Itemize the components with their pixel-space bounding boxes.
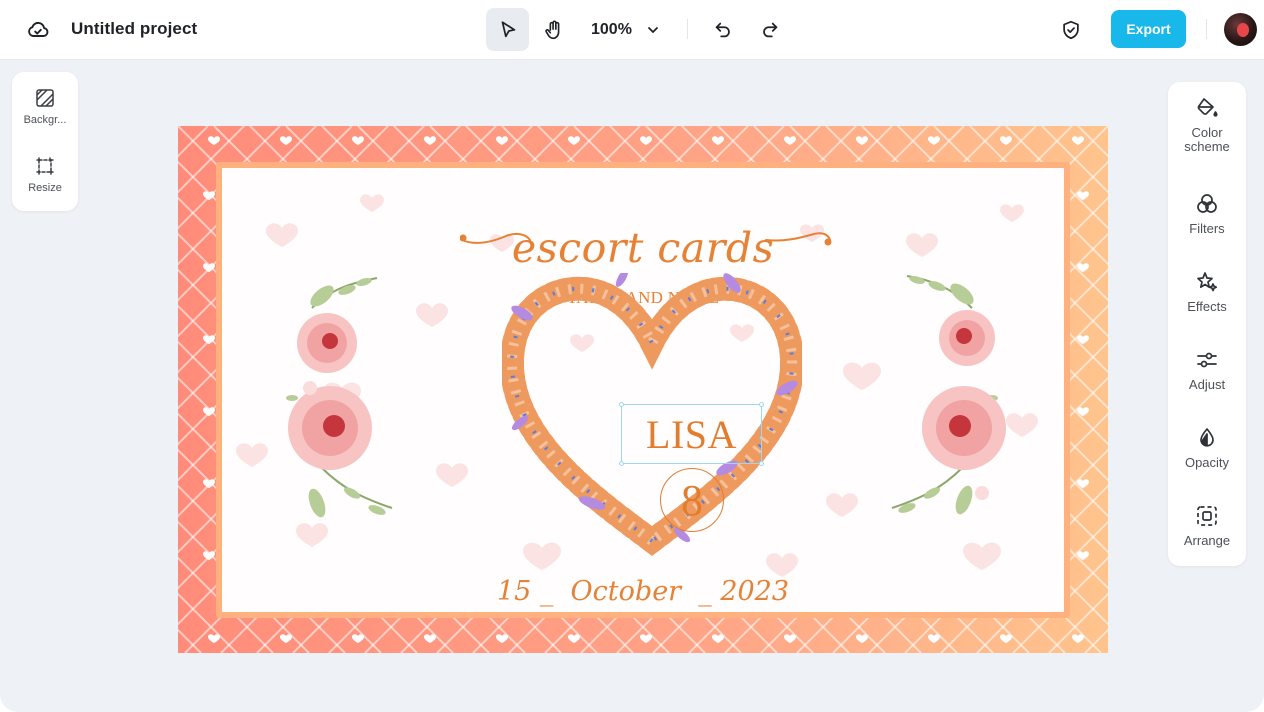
- guest-name-textbox[interactable]: LISA: [619, 402, 764, 466]
- color-scheme-label: Color scheme: [1184, 125, 1230, 154]
- export-button[interactable]: Export: [1111, 10, 1186, 48]
- divider: [1206, 19, 1207, 39]
- left-tool-panel: Backgr... Resize: [12, 72, 78, 211]
- escort-card[interactable]: escort cards TABLE AND NAME LISA 8 15 _ …: [222, 168, 1064, 612]
- resize-button[interactable]: Resize: [12, 154, 78, 210]
- arrange-button[interactable]: Arrange: [1168, 502, 1246, 572]
- event-date[interactable]: 15 _ October _ 2023: [222, 576, 1064, 607]
- redo-button[interactable]: [750, 8, 790, 51]
- left-roses-illustration: [286, 277, 393, 518]
- undo-icon: [715, 22, 730, 37]
- right-roses-illustration: [891, 275, 1006, 515]
- guest-name[interactable]: LISA: [646, 411, 737, 458]
- undo-button[interactable]: [703, 8, 743, 51]
- right-tool-panel: Color scheme Filters Effects Adjust Opac…: [1168, 82, 1246, 566]
- background-label: Backgr...: [23, 114, 67, 126]
- chevron-down-icon: [646, 23, 660, 37]
- color-scheme-button[interactable]: Color scheme: [1168, 94, 1246, 164]
- paint-bucket-icon: [1195, 94, 1219, 122]
- filters-button[interactable]: Filters: [1168, 190, 1246, 260]
- shield-check-icon[interactable]: [1055, 14, 1087, 46]
- card-title[interactable]: escort cards: [222, 224, 1064, 272]
- resize-handle[interactable]: [619, 402, 624, 407]
- effects-button[interactable]: Effects: [1168, 268, 1246, 338]
- arrange-label: Arrange: [1183, 533, 1231, 548]
- editor-app: Untitled project 100% Export Backgr... R…: [0, 0, 1264, 712]
- filters-label: Filters: [1189, 221, 1225, 236]
- resize-handle[interactable]: [759, 402, 764, 407]
- opacity-label: Opacity: [1184, 455, 1230, 470]
- adjust-button[interactable]: Adjust: [1168, 346, 1246, 416]
- filters-icon: [1195, 190, 1219, 218]
- resize-label: Resize: [28, 182, 62, 194]
- design-canvas[interactable]: escort cards TABLE AND NAME LISA 8 15 _ …: [178, 126, 1108, 653]
- project-title[interactable]: Untitled project: [71, 19, 197, 39]
- zoom-level: 100%: [591, 20, 632, 38]
- resize-handle[interactable]: [619, 461, 624, 466]
- background-button[interactable]: Backgr...: [12, 86, 78, 142]
- opacity-button[interactable]: Opacity: [1168, 424, 1246, 494]
- hand-tool-button[interactable]: [534, 8, 574, 51]
- avatar[interactable]: [1224, 13, 1257, 46]
- hand-icon: [545, 20, 560, 39]
- divider: [687, 19, 688, 39]
- sliders-icon: [1195, 346, 1219, 374]
- arrange-icon: [1195, 502, 1219, 530]
- cloud-save-icon[interactable]: [24, 16, 52, 44]
- zoom-dropdown[interactable]: 100%: [584, 8, 670, 51]
- table-number[interactable]: 8: [660, 468, 724, 532]
- resize-handle[interactable]: [759, 461, 764, 466]
- resize-icon: [35, 154, 55, 178]
- top-toolbar: Untitled project 100% Export: [0, 0, 1264, 60]
- adjust-label: Adjust: [1188, 377, 1226, 392]
- redo-icon: [763, 22, 778, 37]
- background-icon: [35, 86, 55, 110]
- effects-label: Effects: [1187, 299, 1227, 314]
- drop-icon: [1195, 424, 1219, 452]
- select-tool-button[interactable]: [486, 8, 529, 51]
- cursor-icon: [501, 20, 515, 37]
- sparkle-icon: [1195, 268, 1219, 296]
